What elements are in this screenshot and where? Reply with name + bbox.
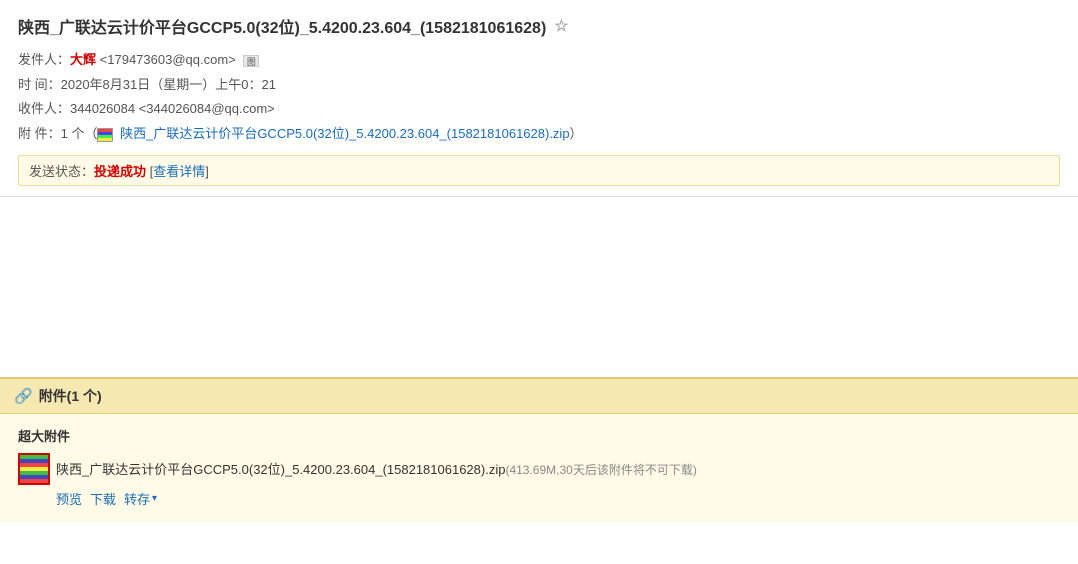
attachment-section: 🔗 附件(1 个) 超大附件 陕西_广联达云计价平台GCCP5.0(32位)_5… xyxy=(0,377,1078,522)
download-link[interactable]: 下载 xyxy=(90,489,116,508)
attachment-list: 超大附件 陕西_广联达云计价平台GCCP5.0(32位)_5.4200.23.6… xyxy=(0,414,1078,522)
attachment-label: 附 件： xyxy=(18,126,61,141)
attachment-count: 1 个（ xyxy=(61,126,98,141)
to-row: 收件人：344026084 <344026084@qq.com> xyxy=(18,97,1060,122)
recipient: 344026084 <344026084@qq.com> xyxy=(70,101,275,116)
email-subject-text: 陕西_广联达云计价平台GCCP5.0(32位)_5.4200.23.604_(1… xyxy=(18,14,546,38)
attachment-section-title: 附件(1 个) xyxy=(39,386,102,406)
save-dropdown[interactable]: 转存▾ xyxy=(124,489,157,508)
zip-stripes xyxy=(20,455,48,483)
time-value: 2020年8月31日（星期一）上午0：21 xyxy=(61,77,276,92)
to-label: 收件人： xyxy=(18,101,70,116)
send-status-label: 发送状态： xyxy=(29,164,94,179)
super-attachment-label: 超大附件 xyxy=(18,426,1060,445)
star-icon[interactable]: ☆ xyxy=(554,16,568,36)
email-container: 陕西_广联达云计价平台GCCP5.0(32位)_5.4200.23.604_(1… xyxy=(0,0,1078,564)
from-label: 发件人： xyxy=(18,52,70,67)
email-subject-row: 陕西_广联达云计价平台GCCP5.0(32位)_5.4200.23.604_(1… xyxy=(18,14,1060,38)
email-meta: 发件人：大辉 <179473603@qq.com> 图 时 间：2020年8月3… xyxy=(18,48,1060,147)
sender-email: <179473603@qq.com> xyxy=(100,52,236,67)
attachment-fileinfo: (413.69M,30天后该附件将不可下载) xyxy=(505,463,696,477)
address-book-icon[interactable]: 图 xyxy=(243,55,259,67)
attachment-inline-link[interactable]: 陕西_广联达云计价平台GCCP5.0(32位)_5.4200.23.604_(1… xyxy=(120,126,569,141)
clip-icon: 🔗 xyxy=(14,387,33,405)
send-status-bar: 发送状态：投递成功 [查看详情] xyxy=(18,155,1060,186)
attachment-section-header: 🔗 附件(1 个) xyxy=(0,379,1078,414)
attachment-item: 陕西_广联达云计价平台GCCP5.0(32位)_5.4200.23.604_(1… xyxy=(18,453,1060,508)
attachment-zip-icon xyxy=(18,453,50,485)
email-body xyxy=(0,197,1078,377)
sender-name: 大辉 xyxy=(70,52,96,67)
from-row: 发件人：大辉 <179473603@qq.com> 图 xyxy=(18,48,1060,73)
send-status-value: 投递成功 xyxy=(94,164,146,179)
zip-mini-icon xyxy=(97,128,113,142)
attachment-actions: 预览 下载 转存▾ xyxy=(56,489,1060,508)
attachment-inline-suffix: ） xyxy=(570,126,583,141)
time-label: 时 间： xyxy=(18,77,61,92)
attachment-name-row: 陕西_广联达云计价平台GCCP5.0(32位)_5.4200.23.604_(1… xyxy=(18,453,1060,485)
attachment-meta-row: 附 件：1 个（ 陕西_广联达云计价平台GCCP5.0(32位)_5.4200.… xyxy=(18,122,1060,147)
attachment-filename: 陕西_广联达云计价平台GCCP5.0(32位)_5.4200.23.604_(1… xyxy=(56,459,697,478)
time-row: 时 间：2020年8月31日（星期一）上午0：21 xyxy=(18,73,1060,98)
email-header: 陕西_广联达云计价平台GCCP5.0(32位)_5.4200.23.604_(1… xyxy=(0,0,1078,197)
send-status-detail-link[interactable]: 查看详情 xyxy=(153,164,205,179)
attachment-filename-text: 陕西_广联达云计价平台GCCP5.0(32位)_5.4200.23.604_(1… xyxy=(56,462,505,477)
preview-link[interactable]: 预览 xyxy=(56,489,82,508)
save-link[interactable]: 转存 xyxy=(124,489,150,508)
save-dropdown-arrow: ▾ xyxy=(152,493,157,504)
